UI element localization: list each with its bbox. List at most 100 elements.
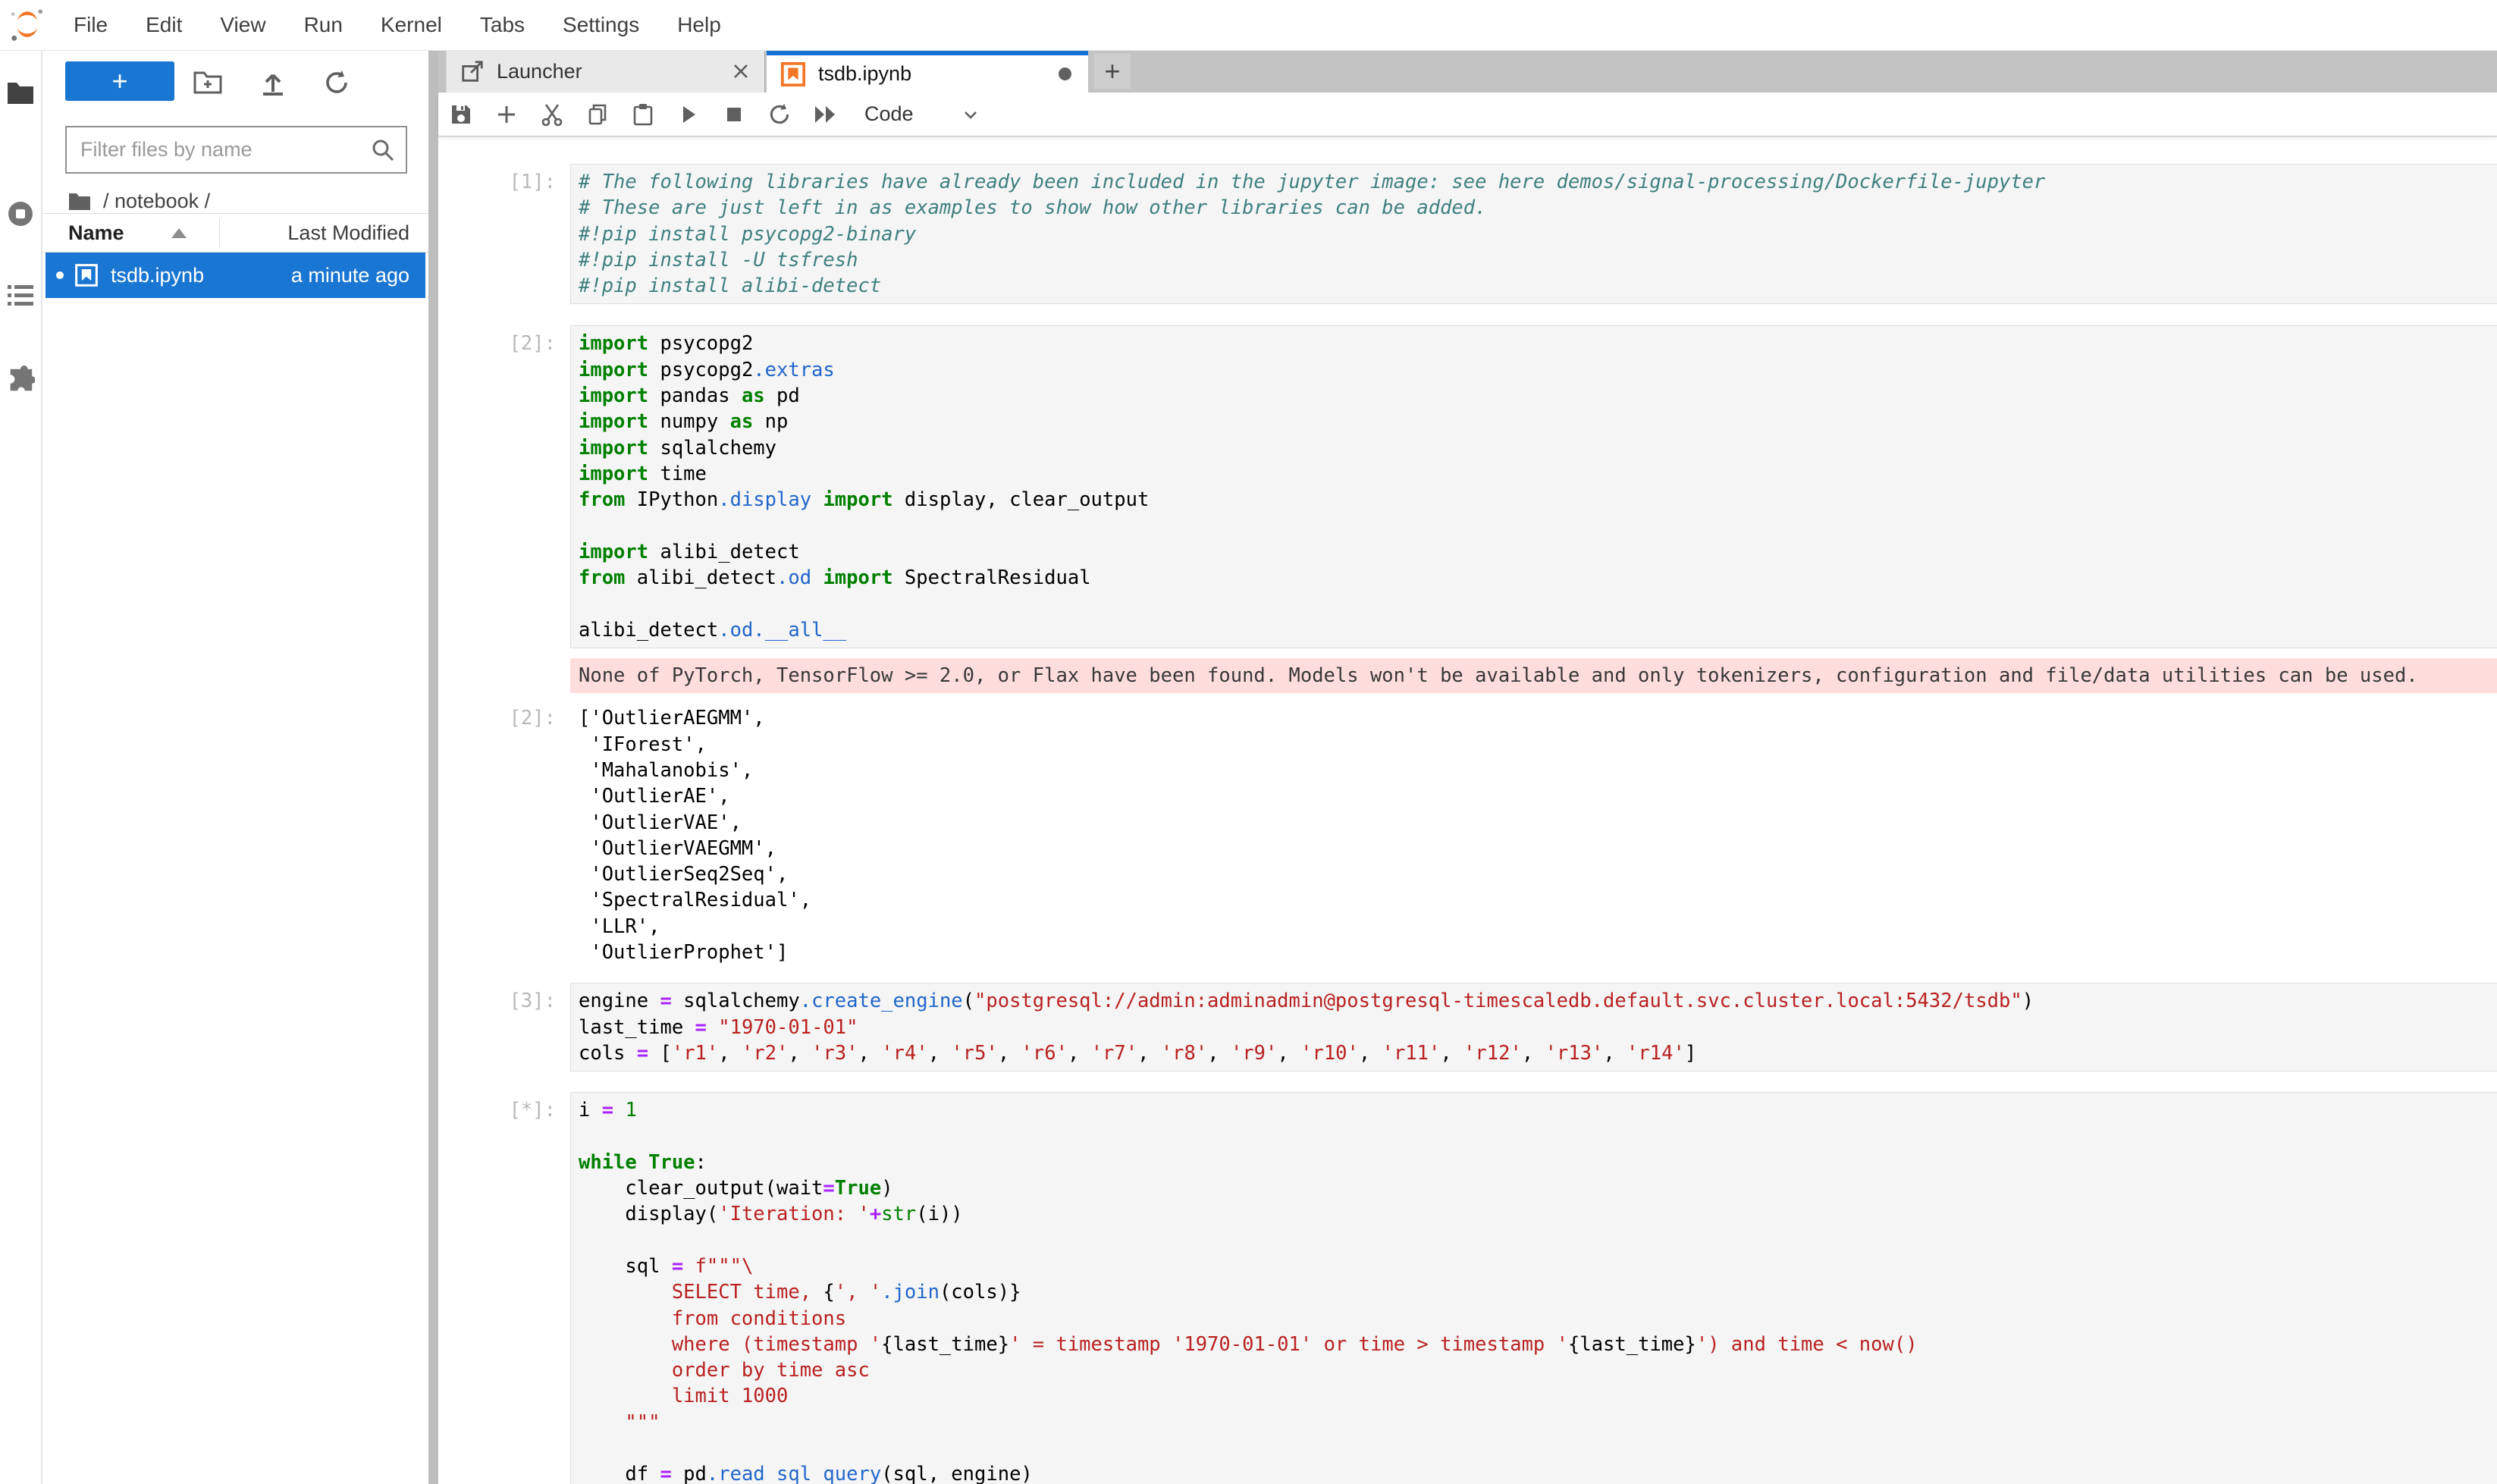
tab-launcher[interactable]: Launcher	[446, 50, 765, 93]
new-launcher-button[interactable]: +	[65, 61, 174, 101]
code-line: engine = sqlalchemy.create_engine("postg…	[579, 988, 2495, 1014]
code-line	[579, 513, 2495, 539]
refresh-icon[interactable]	[320, 67, 353, 98]
input-prompt: [1]:	[438, 164, 570, 195]
column-divider	[219, 218, 220, 247]
code-editor[interactable]: # The following libraries have already b…	[570, 164, 2497, 304]
restart-icon[interactable]	[757, 96, 802, 133]
run-all-icon[interactable]	[802, 96, 848, 133]
code-cell: [1]:# The following libraries have alrea…	[438, 164, 2497, 304]
cell-list: [1]:# The following libraries have alrea…	[438, 164, 2497, 1484]
code-line: 'OutlierAE',	[579, 783, 2497, 809]
chevron-down-icon	[961, 105, 980, 124]
code-line: import alibi_detect	[579, 539, 2495, 565]
running-kernels-icon[interactable]	[0, 193, 41, 234]
cell-type-dropdown[interactable]: Code	[864, 102, 980, 126]
new-tab-button[interactable]: +	[1094, 54, 1131, 89]
filter-files-input[interactable]	[67, 138, 371, 162]
code-line: 'OutlierProphet']	[579, 940, 2497, 965]
output-area: [2]:['OutlierAEGMM', 'IForest', 'Mahalan…	[438, 700, 2497, 965]
code-line: last_time = "1970-01-01"	[579, 1015, 2495, 1040]
menu-file[interactable]: File	[55, 13, 127, 37]
upload-icon[interactable]	[256, 67, 290, 98]
menu-settings[interactable]: Settings	[544, 13, 658, 37]
code-cell: [*]:i = 1 while True: clear_output(wait=…	[438, 1092, 2497, 1484]
panel-splitter[interactable]	[428, 51, 438, 1484]
tab-notebook[interactable]: tsdb.ipynb	[767, 50, 1088, 93]
code-line: import pandas as pd	[579, 383, 2495, 409]
code-editor[interactable]: import psycopg2import psycopg2.extrasimp…	[570, 325, 2497, 648]
column-header-name[interactable]: Name	[68, 221, 124, 245]
tab-launcher-label: Launcher	[497, 60, 582, 83]
breadcrumb-path[interactable]: / notebook /	[103, 190, 210, 213]
file-row[interactable]: tsdb.ipynba minute ago	[45, 253, 425, 298]
menu-bar: FileEditViewRunKernelTabsSettingsHelp	[0, 0, 2497, 51]
menu-kernel[interactable]: Kernel	[362, 13, 461, 37]
menu-view[interactable]: View	[201, 13, 284, 37]
code-line: import numpy as np	[579, 409, 2495, 435]
code-line: #!pip install alibi-detect	[579, 273, 2495, 299]
paste-icon[interactable]	[620, 96, 666, 133]
menu-help[interactable]: Help	[658, 13, 740, 37]
sort-ascending-icon	[171, 228, 187, 238]
menu-edit[interactable]: Edit	[127, 13, 201, 37]
output-text: ['OutlierAEGMM', 'IForest', 'Mahalanobis…	[570, 700, 2497, 965]
code-line: sql = f"""\	[579, 1253, 2495, 1279]
home-folder-icon[interactable]	[68, 191, 91, 211]
code-line	[579, 591, 2495, 617]
breadcrumb[interactable]: / notebook /	[68, 187, 210, 215]
code-line: limit 1000	[579, 1383, 2495, 1409]
copy-icon[interactable]	[575, 96, 620, 133]
folder-icon[interactable]	[0, 72, 41, 113]
code-line: 'Mahalanobis',	[579, 758, 2497, 783]
filter-files-box	[65, 126, 407, 174]
notebook-icon	[74, 263, 99, 287]
code-line: 'SpectralResidual',	[579, 887, 2497, 913]
jupyter-logo	[9, 7, 45, 43]
file-browser-toolbar: +	[42, 51, 428, 123]
unsaved-changes-dot	[1059, 67, 1071, 80]
add-cell-icon[interactable]	[484, 96, 529, 133]
main-dock: Launcher tsdb.ipynb +	[438, 50, 2497, 1484]
stderr-output: None of PyTorch, TensorFlow >= 2.0, or F…	[570, 658, 2497, 693]
run-icon[interactable]	[666, 96, 711, 133]
stop-icon[interactable]	[711, 96, 757, 133]
file-list: tsdb.ipynba minute ago	[45, 253, 425, 298]
code-line: 'OutlierVAEGMM',	[579, 836, 2497, 861]
file-name: tsdb.ipynb	[111, 264, 204, 287]
code-line	[579, 1435, 2495, 1461]
code-editor[interactable]: engine = sqlalchemy.create_engine("postg…	[570, 983, 2497, 1071]
input-prompt: [*]:	[438, 1092, 570, 1123]
code-line: df = pd.read_sql_query(sql, engine)	[579, 1461, 2495, 1484]
menu-tabs[interactable]: Tabs	[461, 13, 544, 37]
code-line: display('Iteration: '+str(i))	[579, 1201, 2495, 1227]
activity-bar	[0, 51, 42, 1484]
cut-icon[interactable]	[529, 96, 575, 133]
new-folder-icon[interactable]	[191, 67, 224, 98]
code-line: #!pip install -U tsfresh	[579, 247, 2495, 273]
file-browser-panel: + / notebook / Name Last Modified tsdb.i…	[42, 51, 428, 1484]
save-icon[interactable]	[438, 96, 484, 133]
table-of-contents-icon[interactable]	[0, 275, 41, 316]
code-line: where (timestamp '{last_time}' = timesta…	[579, 1332, 2495, 1357]
code-line: cols = ['r1', 'r2', 'r3', 'r4', 'r5', 'r…	[579, 1040, 2495, 1066]
code-editor[interactable]: i = 1 while True: clear_output(wait=True…	[570, 1092, 2497, 1484]
notebook-content: [1]:# The following libraries have alrea…	[438, 138, 2497, 1484]
input-prompt: [3]:	[438, 983, 570, 1014]
input-prompt: [2]:	[438, 325, 570, 356]
code-line: 'OutlierVAE',	[579, 810, 2497, 836]
close-tab-icon[interactable]	[731, 61, 751, 81]
code-line: import psycopg2	[579, 331, 2495, 356]
running-indicator	[56, 271, 64, 279]
tab-notebook-label: tsdb.ipynb	[818, 62, 911, 86]
output-prompt: [2]:	[438, 700, 570, 731]
column-header-modified[interactable]: Last Modified	[287, 221, 409, 245]
code-line: import time	[579, 461, 2495, 487]
launcher-icon	[460, 59, 485, 83]
code-cell: [2]:import psycopg2import psycopg2.extra…	[438, 325, 2497, 648]
extensions-icon[interactable]	[0, 359, 41, 400]
code-cell: [3]: engine = sqlalchemy.create_engine("p…	[438, 983, 2497, 1071]
code-line: SELECT time, {', '.join(cols)}	[579, 1279, 2495, 1305]
menu-run[interactable]: Run	[285, 13, 362, 37]
code-line	[579, 1124, 2495, 1150]
